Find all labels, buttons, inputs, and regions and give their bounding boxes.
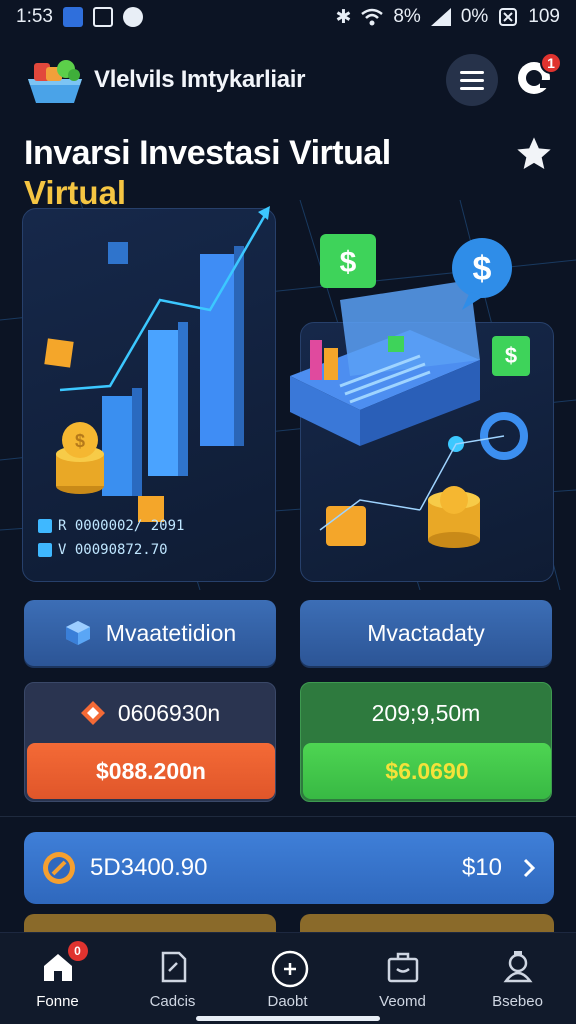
balance-row[interactable]: 5D3400.90 $10 — [24, 832, 554, 904]
menu-bar — [460, 78, 484, 82]
wifi-icon — [361, 8, 384, 26]
code-line: R 0000002/ 2091 — [38, 518, 184, 534]
support-icon — [500, 949, 536, 985]
coin-icon — [43, 852, 75, 884]
notification-button[interactable]: 1 — [512, 52, 562, 100]
document-icon — [155, 949, 191, 985]
status-right-text: 109 — [528, 6, 560, 27]
nav-item-portfolio[interactable]: Veomd — [345, 933, 460, 1024]
menu-bar — [460, 70, 484, 74]
left-stat-button[interactable]: $088.200n — [27, 743, 275, 799]
nav-label-portfolio: Veomd — [379, 993, 426, 1010]
section-divider — [0, 816, 576, 817]
app-title: Vlelvils Imtykarliair — [94, 66, 306, 93]
right-stat-card: 209;9,50m $6.0690 — [300, 682, 552, 802]
coin-stack-right — [428, 486, 480, 548]
target-icon — [270, 949, 308, 988]
svg-text:$: $ — [75, 431, 85, 451]
left-stat-card: 0606930n $088.200n — [24, 682, 276, 802]
favorite-star-icon[interactable] — [514, 134, 554, 174]
app-header: Vlelvils Imtykarliair 1 — [0, 40, 576, 120]
balance-value: 5D3400.90 — [90, 854, 208, 881]
home-badge: 0 — [67, 941, 88, 961]
status-bar: 1:53 ✱ 8% 0% 109 — [0, 0, 576, 34]
coin-stack-left: $ — [56, 422, 104, 494]
status-time: 1:53 — [16, 6, 53, 27]
bottom-navigation: 0 Fonne Cadcis Daobt Veomd Bsebeo — [0, 932, 576, 1024]
nav-label-home: Fonne — [36, 993, 79, 1010]
chevron-right-icon — [523, 858, 536, 878]
left-stat-value: 0606930n — [117, 699, 221, 726]
nav-label-support: Bsebeo — [492, 993, 543, 1010]
battery-icon — [499, 8, 518, 26]
signal-icon — [430, 8, 451, 26]
menu-button[interactable] — [446, 54, 498, 106]
investment-illustration: $ $ $ $ R 0000002/ 2091 V 00090872.70 — [0, 200, 576, 590]
gallery-notification-icon — [92, 7, 113, 27]
svg-text:$: $ — [473, 250, 492, 288]
right-action-button[interactable]: Mvactadaty — [300, 600, 552, 666]
nav-label-center: Daobt — [267, 993, 308, 1010]
basket-logo-icon — [28, 60, 82, 103]
right-stat-button[interactable]: $6.0690 — [303, 743, 551, 799]
menu-bar — [460, 86, 484, 90]
nav-item-home[interactable]: 0 Fonne — [0, 933, 115, 1024]
left-action-label: Mvaatetidion — [105, 619, 237, 646]
nav-item-documents[interactable]: Cadcis — [115, 933, 230, 1024]
home-icon: 0 — [40, 941, 88, 985]
right-action-label: Mvactadaty — [367, 619, 485, 646]
right-stat-value: 209;9,50m — [371, 699, 481, 726]
location-icon — [122, 7, 143, 27]
diamond-icon — [80, 701, 105, 725]
signal-percent: 0% — [460, 6, 489, 27]
cube-icon — [65, 621, 90, 645]
svg-text:$: $ — [340, 246, 357, 279]
growth-bars — [102, 246, 244, 496]
nav-item-support[interactable]: Bsebeo — [460, 933, 575, 1024]
left-action-button[interactable]: Mvaatetidion — [24, 600, 276, 666]
svg-text:$: $ — [505, 343, 517, 368]
nav-label-documents: Cadcis — [149, 993, 196, 1010]
battery-percent: 8% — [393, 6, 421, 27]
nav-item-center[interactable]: Daobt — [230, 933, 345, 1024]
code-line: V 00090872.70 — [38, 542, 168, 558]
bluetooth-icon: ✱ — [335, 6, 352, 28]
briefcase-icon — [385, 949, 421, 985]
page-title: Invarsi Investasi Virtual — [24, 134, 391, 172]
balance-right-value: $10 — [461, 854, 502, 881]
home-indicator — [196, 1016, 380, 1021]
app-notification-icon — [62, 7, 83, 27]
notification-badge: 1 — [540, 52, 562, 74]
